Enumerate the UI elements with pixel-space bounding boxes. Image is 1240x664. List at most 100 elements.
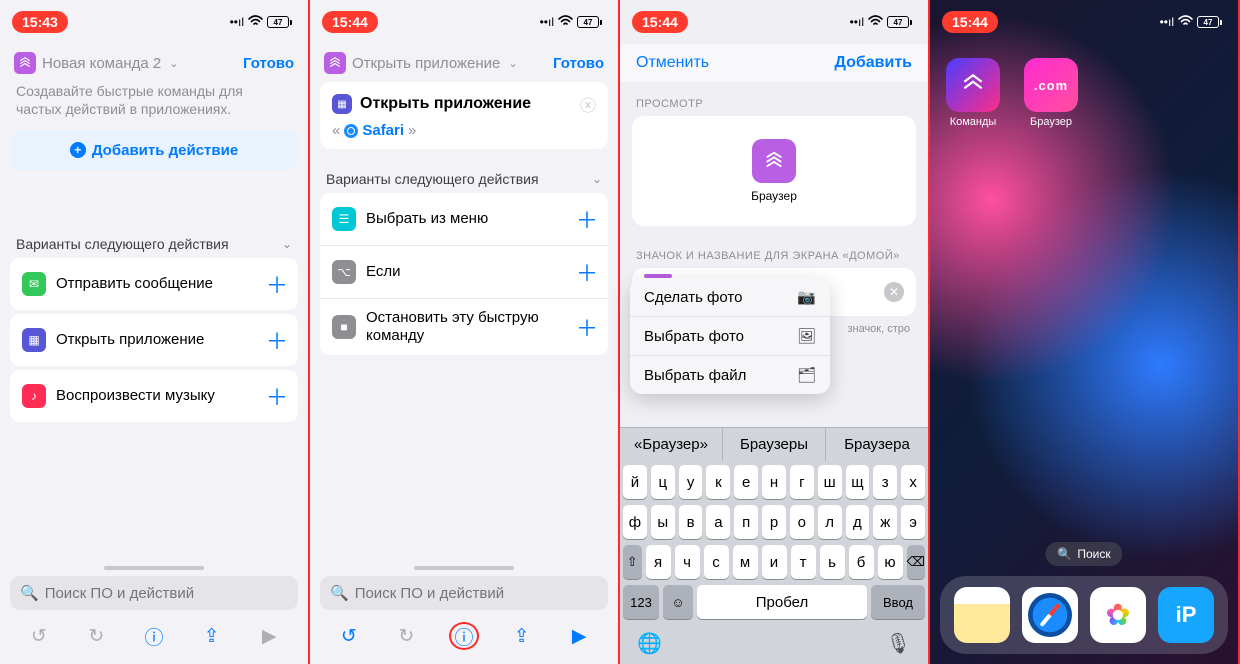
key-к[interactable]: к xyxy=(706,465,730,499)
suggestion-choose-from-menu[interactable]: ☰ Выбрать из меню ＋ xyxy=(320,193,608,246)
suggestions-header[interactable]: Варианты следующего действия ⌄ xyxy=(310,161,618,193)
key-м[interactable]: м xyxy=(733,545,758,579)
key-л[interactable]: л xyxy=(818,505,842,539)
app-shortcuts[interactable]: Команды xyxy=(946,58,1000,128)
backspace-key[interactable]: ⌫ xyxy=(907,545,926,579)
dictation-key[interactable]: 🎙 xyxy=(886,631,911,656)
action-card-open-app[interactable]: ▦ Открыть приложение ⓧ « Safari » xyxy=(320,82,608,149)
share-button[interactable]: ⇪ xyxy=(197,625,227,648)
enter-key[interactable]: Ввод xyxy=(871,585,925,619)
play-button[interactable]: ▶ xyxy=(564,625,594,648)
keyboard: йцукенгшщзх фывапролджэ ⇧ ячсмитьбю ⌫ 12… xyxy=(620,461,928,664)
shift-key[interactable]: ⇧ xyxy=(623,545,642,579)
key-ы[interactable]: ы xyxy=(651,505,675,539)
key-ь[interactable]: ь xyxy=(820,545,845,579)
search-field[interactable]: 🔍 xyxy=(320,576,608,610)
suggestion-stop-shortcut[interactable]: ■ Остановить эту быструю команду ＋ xyxy=(320,299,608,355)
add-icon[interactable]: ＋ xyxy=(266,324,286,356)
suggestion-3[interactable]: Браузера xyxy=(826,428,928,461)
suggestion-send-message[interactable]: ✉ Отправить сообщение ＋ xyxy=(10,258,298,310)
panel-1-shortcut-editor: 15:43 ••ıl 47 Новая команда 2 ⌄ Готово С… xyxy=(0,0,310,664)
redo-button[interactable]: ↻ xyxy=(81,625,111,648)
spotlight-search[interactable]: 🔍 Поиск xyxy=(1045,542,1122,566)
key-й[interactable]: й xyxy=(623,465,647,499)
search-field[interactable]: 🔍 xyxy=(10,576,298,610)
popover-choose-photo[interactable]: Выбрать фото🖼 xyxy=(630,317,830,356)
key-в[interactable]: в xyxy=(679,505,703,539)
chevron-left-icon: « xyxy=(332,122,340,139)
key-ц[interactable]: ц xyxy=(651,465,675,499)
status-bar: 15:44 ••ıl 47 xyxy=(930,0,1238,44)
suggestion-open-app[interactable]: ▦ Открыть приложение ＋ xyxy=(10,314,298,366)
suggestions-header[interactable]: Варианты следующего действия ⌄ xyxy=(0,226,308,258)
key-а[interactable]: а xyxy=(706,505,730,539)
chevron-down-icon[interactable]: ⌄ xyxy=(169,57,178,70)
dock-app-notes[interactable] xyxy=(954,587,1010,643)
shortcut-title[interactable]: Новая команда 2 xyxy=(42,55,161,72)
safari-icon xyxy=(344,124,358,138)
add-icon[interactable]: ＋ xyxy=(266,380,286,412)
emoji-key[interactable]: ☺ xyxy=(663,585,693,619)
shortcut-title[interactable]: Открыть приложение xyxy=(352,55,500,72)
key-х[interactable]: х xyxy=(901,465,925,499)
key-ш[interactable]: ш xyxy=(818,465,842,499)
app-browser-shortcut[interactable]: .com Браузер xyxy=(1024,58,1078,128)
suggestion-2[interactable]: Браузеры xyxy=(723,428,826,461)
space-key[interactable]: Пробел xyxy=(697,585,867,619)
key-о[interactable]: о xyxy=(790,505,814,539)
key-т[interactable]: т xyxy=(791,545,816,579)
key-ч[interactable]: ч xyxy=(675,545,700,579)
key-ф[interactable]: ф xyxy=(623,505,647,539)
key-з[interactable]: з xyxy=(873,465,897,499)
suggestion-1[interactable]: «Браузер» xyxy=(620,428,723,461)
add-icon[interactable]: ＋ xyxy=(576,256,596,288)
key-ю[interactable]: ю xyxy=(878,545,903,579)
numeric-key[interactable]: 123 xyxy=(623,585,659,619)
key-ж[interactable]: ж xyxy=(873,505,897,539)
key-у[interactable]: у xyxy=(679,465,703,499)
search-input[interactable] xyxy=(355,585,598,602)
key-р[interactable]: р xyxy=(762,505,786,539)
redo-button[interactable]: ↻ xyxy=(391,625,421,648)
dock-app-safari[interactable] xyxy=(1022,587,1078,643)
add-icon[interactable]: ＋ xyxy=(266,268,286,300)
key-е[interactable]: е xyxy=(734,465,758,499)
add-icon[interactable]: ＋ xyxy=(576,203,596,235)
dock-app-photos[interactable] xyxy=(1090,587,1146,643)
info-button[interactable]: ⓘ xyxy=(139,623,169,650)
key-н[interactable]: н xyxy=(762,465,786,499)
key-г[interactable]: г xyxy=(790,465,814,499)
key-щ[interactable]: щ xyxy=(846,465,870,499)
action-parameter[interactable]: « Safari » xyxy=(332,122,596,139)
done-button[interactable]: Готово xyxy=(243,55,294,72)
cancel-button[interactable]: Отменить xyxy=(636,54,709,72)
undo-button[interactable]: ↺ xyxy=(24,625,54,648)
key-и[interactable]: и xyxy=(762,545,787,579)
clear-text-button[interactable]: ✕ xyxy=(884,282,904,302)
play-button[interactable]: ▶ xyxy=(254,625,284,648)
key-я[interactable]: я xyxy=(646,545,671,579)
undo-button[interactable]: ↺ xyxy=(334,625,364,648)
add-button[interactable]: Добавить xyxy=(835,54,913,72)
key-э[interactable]: э xyxy=(901,505,925,539)
info-button[interactable]: ⓘ xyxy=(449,622,479,650)
remove-action-button[interactable]: ⓧ xyxy=(580,92,596,116)
add-action-button[interactable]: + Добавить действие xyxy=(10,130,298,170)
add-icon[interactable]: ＋ xyxy=(576,311,596,343)
sheet-grabber[interactable] xyxy=(414,566,514,570)
share-button[interactable]: ⇪ xyxy=(507,625,537,648)
key-д[interactable]: д xyxy=(846,505,870,539)
chevron-down-icon[interactable]: ⌄ xyxy=(508,57,517,70)
suggestion-play-music[interactable]: ♪ Воспроизвести музыку ＋ xyxy=(10,370,298,422)
globe-key[interactable]: 🌐 xyxy=(637,631,662,656)
key-с[interactable]: с xyxy=(704,545,729,579)
dock-app-ip[interactable]: iP xyxy=(1158,587,1214,643)
sheet-grabber[interactable] xyxy=(104,566,204,570)
popover-take-photo[interactable]: Сделать фото📷 xyxy=(630,278,830,317)
done-button[interactable]: Готово xyxy=(553,55,604,72)
key-п[interactable]: п xyxy=(734,505,758,539)
key-б[interactable]: б xyxy=(849,545,874,579)
suggestion-if[interactable]: ⌥ Если ＋ xyxy=(320,246,608,299)
popover-choose-file[interactable]: Выбрать файл🗂 xyxy=(630,356,830,394)
search-input[interactable] xyxy=(45,585,288,602)
